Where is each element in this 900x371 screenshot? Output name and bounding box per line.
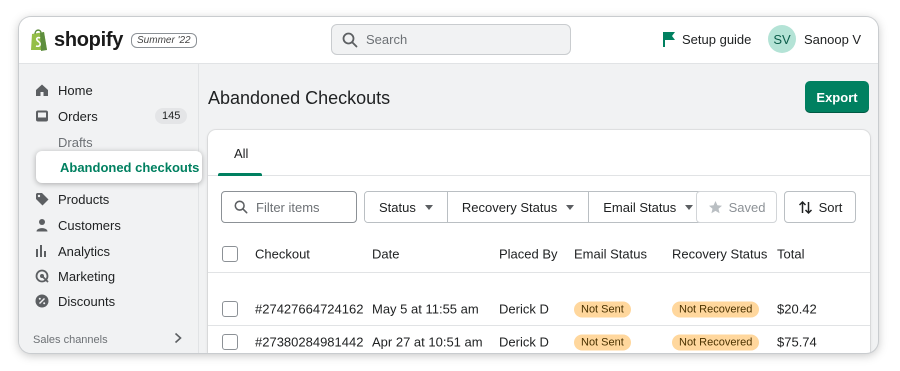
sidebar-item-label: Products [58,191,110,207]
tag-icon [36,193,49,206]
column-header-recovery-status: Recovery Status [672,246,768,261]
sidebar-item-label: Abandoned checkouts [60,159,200,175]
bar-chart-icon [36,245,46,257]
orders-count-badge: 145 [155,108,188,124]
flag-icon [663,32,675,47]
shopify-logo[interactable]: shopify Summer '22 [29,27,197,53]
sidebar-item-label: Customers [58,217,121,233]
checkout-id-link[interactable]: #27380284981442 [255,335,363,350]
sidebar: Home Orders 145 Drafts Abandoned checkou… [19,64,202,353]
sidebar-item-abandoned-checkouts[interactable]: Abandoned checkouts [36,151,202,183]
target-icon [35,269,49,283]
sort-arrows-icon [798,200,812,214]
email-status-badge: Not Sent [574,301,631,318]
edition-badge: Summer '22 [131,32,197,48]
page-title: Abandoned Checkouts [208,88,391,108]
column-header-placed-by: Placed By [499,246,558,261]
sort-button[interactable]: Sort [784,191,856,223]
avatar: SV [768,25,796,53]
saved-button[interactable]: Saved [696,191,777,223]
search-bar[interactable] [331,24,571,55]
caret-down-icon [566,204,575,210]
checkout-total: $75.74 [777,334,817,350]
setup-guide-label: Setup guide [682,31,752,47]
export-button[interactable]: Export [805,81,869,113]
home-icon [36,84,48,96]
select-all-checkbox[interactable] [222,245,238,262]
placed-by: Derick D [499,334,549,350]
email-status-filter-button[interactable]: Email Status [589,192,708,222]
sidebar-item-label: Discounts [58,293,116,309]
top-bar: shopify Summer '22 Setup guide SV Sanoop… [19,17,878,64]
column-header-checkout: Checkout [255,246,310,261]
email-status-filter-label: Email Status [603,199,677,215]
setup-guide-link[interactable]: Setup guide [662,31,751,47]
active-tab-indicator [218,173,262,176]
sidebar-item-home[interactable]: Home [19,79,199,101]
recovery-status-cell: Not Recovered [672,301,760,318]
user-menu[interactable]: SV Sanoop V [768,25,861,53]
sidebar-item-label: Marketing [58,268,116,284]
recovery-status-cell: Not Recovered [672,334,760,351]
filter-field[interactable] [221,191,357,223]
column-header-email-status: Email Status [574,246,647,261]
caret-down-icon [424,204,433,210]
discount-icon [35,294,49,308]
user-name: Sanoop V [804,31,862,47]
sidebar-item-label: Analytics [58,243,111,259]
star-icon [708,200,722,213]
sort-label: Sort [818,199,843,215]
sales-channels-heading: Sales channels [33,334,108,346]
table-row[interactable]: #27427664724162 May 5 at 11:55 am Derick… [208,293,870,326]
placed-by: Derick D [499,301,549,317]
sidebar-item-orders[interactable]: Orders 145 [19,105,199,127]
checkout-id-link[interactable]: #27427664724162 [255,302,363,317]
search-icon [342,32,358,47]
app-window: shopify Summer '22 Setup guide SV Sanoop… [19,17,878,353]
checkouts-card: All Status Recovery Status Email Status [208,130,870,353]
brand-name: shopify [54,28,124,51]
table-header: Checkout Date Placed By Email Status Rec… [208,235,870,273]
row-checkbox[interactable] [222,334,238,350]
sidebar-item-analytics[interactable]: Analytics [19,240,199,262]
column-header-date: Date [372,246,400,261]
person-icon [36,219,48,232]
shopify-bag-icon [31,29,47,51]
caret-down-icon [685,204,694,210]
inbox-icon [36,110,48,122]
checkout-date: May 5 at 11:55 am [372,301,479,317]
status-filter-button[interactable]: Status [365,192,448,222]
sidebar-item-label: Orders [58,108,98,124]
sidebar-item-marketing[interactable]: Marketing [19,265,199,287]
sidebar-item-customers[interactable]: Customers [19,214,199,236]
sidebar-item-label: Home [58,82,93,98]
search-input[interactable] [366,32,546,47]
tab-bar: All [208,130,870,176]
email-status-cell: Not Sent [574,301,631,318]
status-filter-label: Status [379,199,416,215]
checkout-date: Apr 27 at 10:51 am [372,334,483,350]
sidebar-item-discounts[interactable]: Discounts [19,290,199,312]
search-icon [234,200,248,214]
recovery-status-badge: Not Recovered [672,334,760,351]
column-header-total: Total [777,246,805,261]
sidebar-item-drafts[interactable]: Drafts [19,131,199,153]
recovery-status-filter-label: Recovery Status [461,199,558,215]
filter-input[interactable] [256,199,356,215]
sidebar-item-products[interactable]: Products [19,188,199,210]
filter-button-group: Status Recovery Status Email Status [364,191,709,223]
recovery-status-badge: Not Recovered [672,301,760,318]
chevron-right-icon[interactable] [173,332,183,344]
email-status-cell: Not Sent [574,334,631,351]
row-checkbox[interactable] [222,301,238,317]
tab-all[interactable]: All [220,130,262,176]
checkout-total: $20.42 [777,301,817,317]
saved-label: Saved [728,199,766,215]
sidebar-item-label: Drafts [58,134,93,150]
recovery-status-filter-button[interactable]: Recovery Status [447,192,590,222]
table-row[interactable]: #27380284981442 Apr 27 at 10:51 am Deric… [208,326,870,353]
email-status-badge: Not Sent [574,334,631,351]
